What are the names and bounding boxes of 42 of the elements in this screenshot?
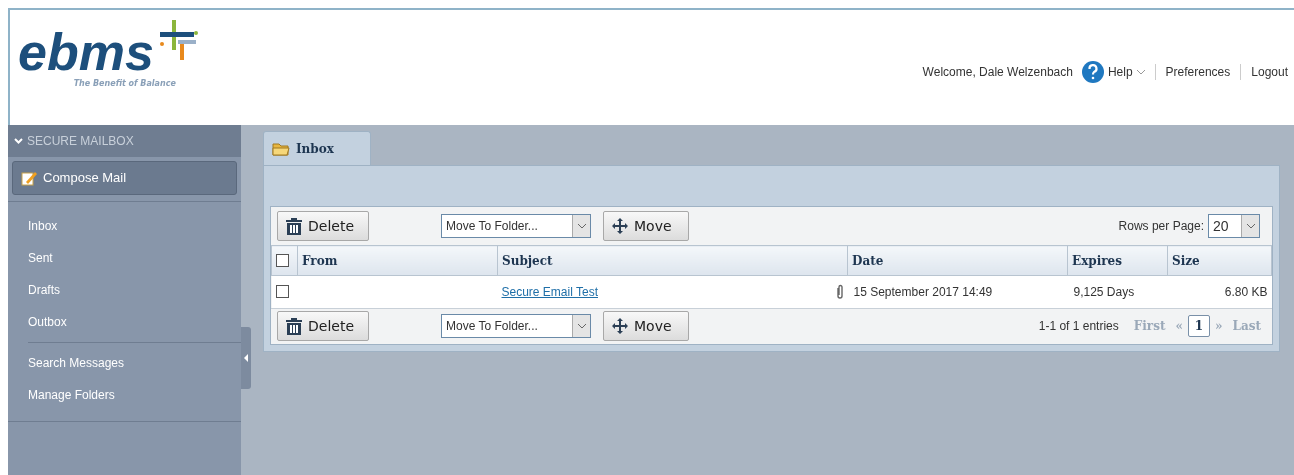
trash-icon [286, 317, 302, 335]
chevron-down-icon [1136, 69, 1145, 75]
pencil-icon [21, 170, 37, 186]
subject-link[interactable]: Secure Email Test [501, 282, 598, 301]
select-field[interactable]: 20 [1208, 214, 1260, 238]
chevron-down-icon [14, 138, 23, 144]
chevron-down-icon [577, 323, 586, 329]
checkbox[interactable] [276, 254, 289, 267]
checkbox[interactable] [275, 285, 289, 299]
welcome-text: Welcome, Dale Welzenbach [922, 64, 1073, 81]
header-link[interactable]: Preferences [1165, 63, 1231, 81]
header-link[interactable]: Logout [1251, 63, 1288, 81]
help-icon[interactable] [1080, 60, 1105, 84]
column-header[interactable]: Size [1172, 253, 1200, 268]
table-cell: 6.80 KB [1224, 284, 1268, 299]
entries-summary: 1-1 of 1 entries [1038, 318, 1119, 335]
folder-icon [272, 141, 290, 156]
trash-icon [286, 217, 302, 235]
delete-button[interactable]: Delete [277, 211, 369, 241]
caret-icon [244, 354, 248, 362]
help-menu[interactable]: Help [1107, 63, 1145, 81]
column-header[interactable]: From [302, 253, 338, 268]
delete-button[interactable]: Delete [277, 311, 369, 341]
move-button[interactable]: Move [603, 311, 689, 341]
column-header[interactable]: Subject [502, 253, 553, 268]
tab[interactable]: Inbox [263, 131, 371, 165]
chevron-down-icon [577, 223, 586, 229]
collapse-handle[interactable] [241, 327, 251, 389]
logo-text: ebms [18, 26, 154, 78]
table-cell: 15 September 2017 14:49 [853, 284, 993, 299]
column-header[interactable]: Date [852, 253, 884, 268]
rows-per-page-label: Rows per Page: [1118, 218, 1204, 235]
select-field[interactable]: Move To Folder... [441, 314, 591, 338]
table-cell: 9,125 Days [1073, 284, 1135, 299]
page-number-button[interactable]: 1 [1188, 315, 1210, 337]
move-icon [612, 218, 628, 234]
move-icon [612, 318, 628, 334]
move-button[interactable]: Move [603, 211, 689, 241]
select-field[interactable]: Move To Folder... [441, 214, 591, 238]
tagline: The Benefit of Balance [73, 78, 176, 90]
compose-button[interactable]: Compose Mail [12, 161, 237, 195]
chevron-down-icon [1246, 223, 1255, 229]
